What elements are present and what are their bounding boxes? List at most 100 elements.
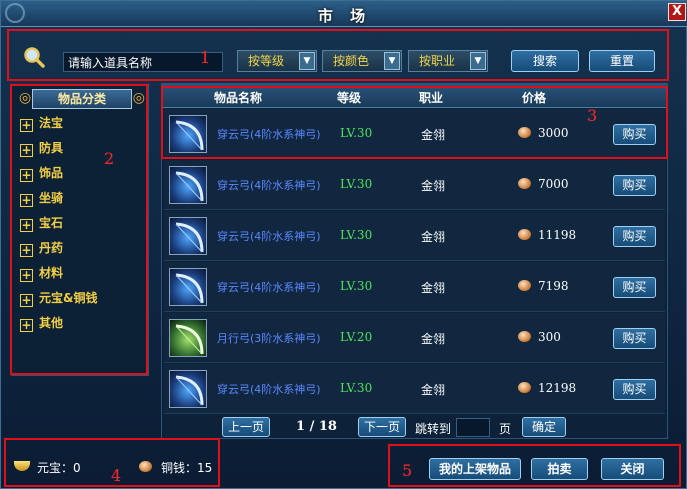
item-job: 金翎 <box>421 179 446 193</box>
item-price: 7198 <box>538 279 569 293</box>
color-filter-dropdown[interactable]: 按颜色 ▼ <box>322 50 402 72</box>
level-filter-label: 按等级 <box>248 54 285 68</box>
buy-button[interactable]: 购买 <box>613 124 656 145</box>
yuanbao-balance: 元宝：0 <box>37 461 81 475</box>
gold-ingot-icon <box>14 461 30 471</box>
category-material[interactable]: + 材料 <box>20 264 63 284</box>
buy-button[interactable]: 购买 <box>613 175 656 196</box>
buy-button[interactable]: 购买 <box>613 226 656 247</box>
item-level: LV.30 <box>340 126 373 140</box>
window-title: 市 场 <box>317 7 372 25</box>
item-job: 金翎 <box>421 383 446 397</box>
green-bow-icon[interactable] <box>169 319 207 357</box>
item-name: 月行弓(3阶水系神弓) <box>217 332 321 345</box>
plus-icon[interactable]: + <box>20 169 33 182</box>
table-row[interactable]: 月行弓(3阶水系神弓) LV.20 金翎 300 购买 <box>164 313 665 363</box>
my-listings-button[interactable]: 我的上架物品 <box>429 458 521 480</box>
copper-coin-icon <box>518 127 531 138</box>
item-price: 7000 <box>538 177 569 191</box>
header-price: 价格 <box>522 91 547 105</box>
item-name: 穿云弓(4阶水系神弓) <box>217 179 321 192</box>
item-price: 12198 <box>538 381 577 395</box>
plus-icon[interactable]: + <box>20 144 33 157</box>
next-page-button[interactable]: 下一页 <box>358 417 406 437</box>
table-row[interactable]: 穿云弓(4阶水系神弓) LV.30 金翎 7198 购买 <box>164 262 665 312</box>
chevron-down-icon[interactable]: ▼ <box>470 52 486 70</box>
item-job: 金翎 <box>421 332 446 346</box>
buy-button[interactable]: 购买 <box>613 328 656 349</box>
magnifier-icon <box>24 47 45 68</box>
plus-icon[interactable]: + <box>20 194 33 207</box>
job-filter-label: 按职业 <box>419 54 456 68</box>
item-name-search-input[interactable] <box>63 52 223 72</box>
buy-button[interactable]: 购买 <box>613 379 656 400</box>
prev-page-button[interactable]: 上一页 <box>222 417 270 437</box>
table-row[interactable]: 穿云弓(4阶水系神弓) LV.30 金翎 7000 购买 <box>164 160 665 210</box>
color-filter-label: 按颜色 <box>333 54 370 68</box>
item-level: LV.30 <box>340 177 373 191</box>
item-job: 金翎 <box>421 281 446 295</box>
chevron-down-icon[interactable]: ▼ <box>384 52 400 70</box>
item-name: 穿云弓(4阶水系神弓) <box>217 128 321 141</box>
confirm-jump-button[interactable]: 确定 <box>522 417 566 437</box>
category-currency[interactable]: + 元宝&铜钱 <box>20 289 97 309</box>
item-name: 穿云弓(4阶水系神弓) <box>217 281 321 294</box>
category-pill[interactable]: + 丹药 <box>20 239 63 259</box>
plus-icon[interactable]: + <box>20 294 33 307</box>
close-button[interactable]: 关闭 <box>601 458 664 480</box>
job-filter-dropdown[interactable]: 按职业 ▼ <box>408 50 488 72</box>
tongqian-balance: 铜钱：15 <box>161 461 213 475</box>
search-button[interactable]: 搜索 <box>511 50 579 72</box>
category-fabao[interactable]: + 法宝 <box>20 114 63 134</box>
plus-icon[interactable]: + <box>20 244 33 257</box>
item-level: LV.30 <box>340 279 373 293</box>
header-job: 职业 <box>419 91 444 105</box>
blue-bow-icon[interactable] <box>169 268 207 306</box>
annotation-label-1: 1 <box>200 48 211 67</box>
auction-button[interactable]: 拍卖 <box>531 458 588 480</box>
annotation-label-3: 3 <box>587 106 598 125</box>
category-header: 物品分类 <box>19 89 145 109</box>
buy-button[interactable]: 购买 <box>613 277 656 298</box>
copper-coin-icon <box>518 331 531 342</box>
plus-icon[interactable]: + <box>20 219 33 232</box>
annotation-label-5: 5 <box>402 461 413 480</box>
copper-coin-icon <box>518 178 531 189</box>
blue-bow-icon[interactable] <box>169 370 207 408</box>
plus-icon[interactable]: + <box>20 269 33 282</box>
blue-bow-icon[interactable] <box>169 217 207 255</box>
title-bar: 市 场 X <box>1 1 687 27</box>
close-window-button[interactable]: X <box>668 3 686 21</box>
copper-coin-icon <box>518 229 531 240</box>
annotation-label-4: 4 <box>111 466 122 485</box>
page-indicator: 1 / 18 <box>296 419 337 434</box>
header-name: 物品名称 <box>214 91 263 105</box>
copper-coin-icon <box>518 280 531 291</box>
plus-icon[interactable]: + <box>20 319 33 332</box>
item-price: 11198 <box>538 228 577 242</box>
reset-button[interactable]: 重置 <box>589 50 655 72</box>
level-filter-dropdown[interactable]: 按等级 ▼ <box>237 50 317 72</box>
item-name: 穿云弓(4阶水系神弓) <box>217 383 321 396</box>
category-gem[interactable]: + 宝石 <box>20 214 63 234</box>
plus-icon[interactable]: + <box>20 119 33 132</box>
search-bar: 按等级 ▼ 按颜色 ▼ 按职业 ▼ 搜索 重置 <box>13 35 663 79</box>
category-mount[interactable]: + 坐骑 <box>20 189 63 209</box>
annotation-label-2: 2 <box>104 149 115 168</box>
category-sidebar: 物品分类 +法宝 +防具 +饰品 +坐骑 +宝石 +丹药 +材料 +元宝&铜钱 … <box>11 84 149 376</box>
jump-page-input[interactable] <box>456 418 490 437</box>
table-row[interactable]: 穿云弓(4阶水系神弓) LV.30 金翎 12198 购买 <box>164 364 665 414</box>
table-header: 物品名称 等级 职业 价格 <box>162 84 667 108</box>
blue-bow-icon[interactable] <box>169 115 207 153</box>
chevron-down-icon[interactable]: ▼ <box>299 52 315 70</box>
table-row[interactable]: 穿云弓(4阶水系神弓) LV.30 金翎 11198 购买 <box>164 211 665 261</box>
category-accessory[interactable]: + 饰品 <box>20 164 63 184</box>
category-armor[interactable]: + 防具 <box>20 139 63 159</box>
jump-to-label: 跳转到 <box>415 422 452 436</box>
item-level: LV.30 <box>340 228 373 242</box>
header-level: 等级 <box>337 91 362 105</box>
copper-coin-icon <box>518 382 531 393</box>
blue-bow-icon[interactable] <box>169 166 207 204</box>
category-other[interactable]: + 其他 <box>20 314 63 334</box>
item-price: 300 <box>538 330 561 344</box>
